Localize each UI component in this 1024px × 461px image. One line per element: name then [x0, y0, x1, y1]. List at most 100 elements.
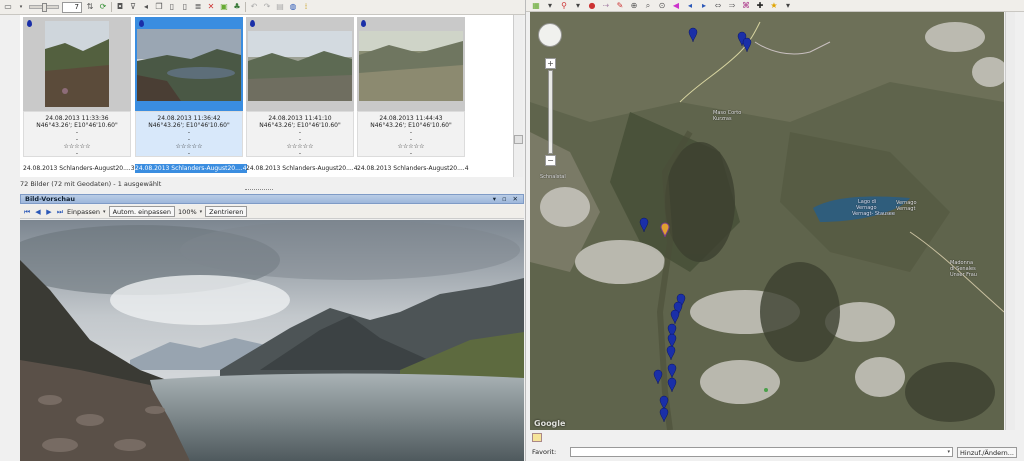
thumbnail-grid: 24.08.2013 11:33:36 N46°43.26'; E10°46'1… [20, 15, 513, 177]
thumbnail-field-a: - [298, 129, 302, 136]
undo-icon[interactable]: ↶ [249, 2, 259, 12]
thumbnail-rating[interactable]: ☆☆☆☆☆ [24, 143, 130, 150]
thumbnail-metadata: 24.08.2013 11:33:36 N46°43.26'; E10°46'1… [23, 111, 131, 157]
map-pin-icon[interactable] [670, 309, 680, 325]
thumbnail-item[interactable]: 24.08.2013 11:44:43 N46°43.26'; E10°46'1… [357, 17, 469, 174]
thumbnail-size-slider[interactable] [29, 3, 59, 12]
map-pin-icon[interactable] [667, 363, 677, 379]
preview-title-text: Bild-Vorschau [25, 195, 75, 203]
separator [111, 2, 112, 12]
pin-red-icon[interactable]: ● [587, 1, 597, 11]
map-pin-icon[interactable] [639, 217, 649, 233]
track-prev-icon[interactable]: ◂ [685, 1, 695, 11]
thumbnail-coords: N46°43.26'; E10°46'10.60" [259, 122, 341, 129]
star-icon[interactable]: ★ [769, 1, 779, 11]
view-mode-dropdown-icon[interactable]: ▾ [16, 2, 26, 12]
route-icon[interactable]: ⌘ [741, 1, 751, 11]
preview-panel-title: Bild-Vorschau ▾ ▫ ✕ [20, 194, 524, 204]
thumbnail-datetime: 24.08.2013 11:44:43 [379, 115, 443, 122]
sort-icon[interactable]: ⇅ [85, 2, 95, 12]
page-copy-icon[interactable]: ▯ [180, 2, 190, 12]
preview-photo[interactable] [20, 220, 524, 461]
thumbnail-frame [135, 17, 243, 111]
map-type-icon[interactable]: ▦ [531, 1, 541, 11]
camera-icon[interactable]: ◘ [115, 2, 125, 12]
map-pin-icon[interactable] [742, 37, 752, 53]
thumbnail-filename: 24.08.2013 Schlanders-August20....40.JPG [135, 164, 247, 173]
thumbnail-rating[interactable]: ☆☆☆☆☆ [247, 143, 353, 150]
fit-dropdown[interactable]: Einpassen [67, 208, 100, 216]
delete-icon[interactable]: ✕ [206, 2, 216, 12]
thumbnail-photo [45, 21, 109, 107]
favorite-label: Favorit: [532, 448, 557, 456]
favorite-add-edit-button[interactable]: Hinzuf./Ändern... [957, 446, 1017, 458]
arrow-both-icon[interactable]: ⇔ [713, 1, 723, 11]
path-icon[interactable]: ⇢ [601, 1, 611, 11]
view-mode-icon[interactable]: ▭ [3, 2, 13, 12]
scroll-button[interactable] [514, 135, 523, 144]
panel-window-controls[interactable]: ▾ ▫ ✕ [493, 195, 520, 204]
zoom-icon[interactable]: ⊙ [657, 1, 667, 11]
chevron-down-icon[interactable]: ▾ [573, 1, 583, 11]
edit-note-icon[interactable] [532, 433, 542, 442]
thumbnail-scrollbar[interactable] [513, 15, 523, 177]
thumbnail-filename: 24.08.2013 Schlanders-August20....41.JPG [246, 165, 358, 172]
marker-icon[interactable]: ⚲ [559, 1, 569, 11]
last-image-icon[interactable]: ⏭ [56, 208, 64, 216]
thumbnail-photo [137, 29, 241, 101]
thumbnail-item-selected[interactable]: 24.08.2013 11:36:42 N46°43.26'; E10°46'1… [135, 17, 247, 174]
pane-splitter[interactable] [245, 189, 273, 191]
map-scrollbar[interactable] [1005, 12, 1015, 430]
next-image-icon[interactable]: ▶ [45, 208, 53, 216]
zoom-dropdown[interactable]: 100% [178, 208, 197, 216]
page-icon[interactable]: ▯ [167, 2, 177, 12]
thumbnail-item[interactable]: 24.08.2013 11:33:36 N46°43.26'; E10°46'1… [23, 17, 135, 174]
chevron-down-icon[interactable]: ▾ [783, 1, 793, 11]
thumbnail-rating[interactable]: ☆☆☆☆☆ [136, 143, 242, 150]
thumbnail-datetime: 24.08.2013 11:41:10 [268, 115, 332, 122]
save-icon[interactable]: ▤ [275, 2, 285, 12]
geo-link-icon[interactable]: ⊕ [629, 1, 639, 11]
previous-image-icon[interactable]: ◀ [34, 208, 42, 216]
chevron-down-icon[interactable]: ▾ [103, 209, 106, 215]
thumbnail-zoom-spinner[interactable]: 7 [62, 1, 82, 13]
redo-icon[interactable]: ↷ [262, 2, 272, 12]
thumbnail-rating[interactable]: ☆☆☆☆☆ [358, 143, 464, 150]
tree-icon[interactable]: ♣ [232, 2, 242, 12]
map-pin-icon[interactable] [667, 377, 677, 393]
filter-icon[interactable]: ⊽ [128, 2, 138, 12]
image-icon[interactable]: ▣ [219, 2, 229, 12]
thumbnail-field-c: - [298, 150, 302, 157]
copy-icon[interactable]: ❐ [154, 2, 164, 12]
satellite-map[interactable]: + − Maso Corto Kurzras Schnalstal Lago d… [530, 12, 1004, 430]
first-image-icon[interactable]: ⏮ [23, 208, 31, 216]
map-pin-selected-icon[interactable] [660, 222, 670, 238]
chevron-down-icon[interactable]: ▾ [545, 1, 555, 11]
track-next-icon[interactable]: ▸ [699, 1, 709, 11]
refresh-icon[interactable]: ⟳ [98, 2, 108, 12]
map-pin-icon[interactable] [688, 27, 698, 43]
favorite-select[interactable]: ▾ [570, 447, 953, 457]
map-pin-icon[interactable] [666, 345, 676, 361]
auto-fit-button[interactable]: Autom. einpassen [108, 206, 176, 217]
geo-pin-icon [27, 20, 32, 27]
slider-knob[interactable] [42, 3, 47, 12]
map-pin-icon[interactable] [659, 407, 669, 423]
chevron-down-icon[interactable]: ▾ [200, 209, 203, 215]
globe-icon[interactable]: ◍ [288, 2, 298, 12]
thumbnail-item[interactable]: 24.08.2013 11:41:10 N46°43.26'; E10°46'1… [246, 17, 358, 174]
track-back-icon[interactable]: ◀ [671, 1, 681, 11]
thumbnail-metadata: 24.08.2013 11:36:42 N46°43.26'; E10°46'1… [135, 111, 243, 157]
list-icon[interactable]: ≣ [193, 2, 203, 12]
arrow-left-icon[interactable]: ◂ [141, 2, 151, 12]
erase-marker-icon[interactable]: ✎ [615, 1, 625, 11]
info-icon[interactable]: ⁞ [301, 2, 311, 12]
chevron-down-icon[interactable]: ▾ [947, 449, 950, 455]
arrow-right-icon[interactable]: ⇒ [727, 1, 737, 11]
map-waypoint-icon[interactable] [764, 388, 768, 392]
crosshair-icon[interactable]: ✚ [755, 1, 765, 11]
thumbnail-photo [248, 31, 352, 101]
map-pin-icon[interactable] [653, 369, 663, 385]
search-icon[interactable]: ⌕ [643, 1, 653, 11]
center-button[interactable]: Zentrieren [205, 206, 248, 217]
